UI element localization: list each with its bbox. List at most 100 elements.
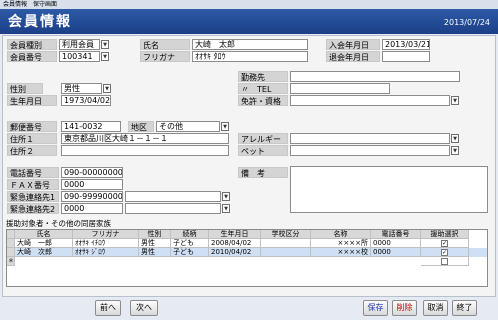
- workplace-tel-field[interactable]: [290, 83, 390, 94]
- birthdate-label: 生年月日: [7, 95, 57, 106]
- grid-cell-relation[interactable]: 子ども: [171, 239, 209, 248]
- address1-field[interactable]: 東京都品川区大崎１－１－１: [61, 133, 229, 144]
- member-no-label: 会員番号: [7, 51, 57, 62]
- member-type-field[interactable]: 利用会員: [59, 39, 100, 50]
- grid-cell-school[interactable]: [261, 239, 311, 248]
- emergency1-relation-field[interactable]: [125, 191, 221, 202]
- grid-cell-birthdate[interactable]: 2010/04/02: [209, 248, 261, 257]
- workplace-field[interactable]: [290, 71, 460, 82]
- grid-cell-org[interactable]: ××××校: [311, 248, 371, 257]
- grid-col-birthdate[interactable]: 生年月日: [209, 230, 261, 239]
- grid-col-gender[interactable]: 性別: [139, 230, 171, 239]
- assist-checkbox[interactable]: [441, 257, 448, 265]
- pet-label: ペット: [238, 145, 288, 156]
- furigana-label: フリガナ: [140, 51, 190, 62]
- remarks-label: 備 考: [238, 167, 288, 178]
- row-selector-header: [7, 230, 15, 239]
- assist-checkbox[interactable]: ✓: [441, 248, 448, 256]
- cancel-button[interactable]: 取消: [423, 300, 448, 316]
- gender-dropdown-icon[interactable]: ▼: [103, 84, 111, 93]
- emergency1-relation-dropdown-icon[interactable]: ▼: [222, 192, 230, 201]
- grid-cell-tel[interactable]: 0000: [371, 239, 421, 248]
- grid-col-assist[interactable]: 援助選択: [421, 230, 469, 239]
- gender-field[interactable]: 男性: [61, 83, 102, 94]
- grid-col-kana[interactable]: フリガナ: [73, 230, 139, 239]
- grid-cell-relation[interactable]: 子ども: [171, 248, 209, 257]
- grid-cell-school[interactable]: [261, 248, 311, 257]
- pet-dropdown-icon[interactable]: ▼: [451, 146, 459, 155]
- emergency1-field[interactable]: 090-99990000: [61, 191, 123, 202]
- phone-label: 電話番号: [7, 167, 59, 178]
- grid-cell-org[interactable]: ××××所: [311, 239, 371, 248]
- address1-label: 住所１: [7, 133, 57, 144]
- grid-cell-name[interactable]: 大崎 次郎: [15, 248, 73, 257]
- grid-cell-name[interactable]: 大崎 一郎: [15, 239, 73, 248]
- grid-cell-tel[interactable]: 0000: [371, 248, 421, 257]
- member-type-dropdown-icon[interactable]: ▼: [101, 40, 109, 49]
- grid-header-row: 氏名 フリガナ 性別 続柄 生年月日 学校区分 名称 電話番号 援助選択: [7, 230, 487, 239]
- area-field[interactable]: その他: [156, 121, 220, 132]
- page-title: 会員情報: [8, 14, 72, 30]
- emergency2-relation-field[interactable]: [125, 203, 221, 214]
- prev-button[interactable]: 前へ: [95, 300, 121, 316]
- close-button[interactable]: 終了: [452, 300, 477, 316]
- join-date-field[interactable]: 2013/03/21: [382, 39, 430, 50]
- address2-label: 住所２: [7, 145, 57, 156]
- emergency2-label: 緊急連絡先2: [7, 203, 59, 214]
- fax-field[interactable]: 0000: [61, 179, 123, 190]
- delete-button[interactable]: 削除: [392, 300, 417, 316]
- grid-col-tel[interactable]: 電話番号: [371, 230, 421, 239]
- furigana-field[interactable]: ｵｵｻｷ ﾀﾛｳ: [192, 51, 308, 62]
- assist-checkbox[interactable]: ✓: [441, 239, 448, 247]
- leave-date-field[interactable]: [382, 51, 430, 62]
- area-dropdown-icon[interactable]: ▼: [221, 122, 229, 131]
- grid-col-relation[interactable]: 続柄: [171, 230, 209, 239]
- family-section-title: 援助対象者・その他の同居家族: [6, 219, 111, 228]
- grid-cell-birthdate[interactable]: 2008/04/02: [209, 239, 261, 248]
- grid-cell-assist[interactable]: [421, 257, 469, 266]
- license-dropdown-icon[interactable]: ▼: [451, 96, 459, 105]
- save-button[interactable]: 保存: [363, 300, 388, 316]
- grid-cell-assist[interactable]: ✓: [421, 248, 469, 257]
- workplace-tel-label: 〃 TEL: [238, 83, 288, 94]
- window-title: 会員情報 保守画面: [0, 0, 498, 9]
- grid-cell-kana[interactable]: ｵｵｻｷ ｼﾞﾛｳ: [73, 248, 139, 257]
- phone-field[interactable]: 090-00000000: [61, 167, 123, 178]
- family-grid: 氏名 フリガナ 性別 続柄 生年月日 学校区分 名称 電話番号 援助選択 大崎 …: [6, 229, 488, 287]
- name-field[interactable]: 大崎 太郎: [192, 39, 308, 50]
- row-selector[interactable]: [7, 239, 15, 248]
- current-date: 2013/07/24: [443, 18, 490, 27]
- member-no-dropdown-icon[interactable]: ▼: [101, 52, 109, 61]
- member-no-field[interactable]: 100341: [59, 51, 100, 62]
- postal-field[interactable]: 141-0032: [61, 121, 121, 132]
- license-field[interactable]: [290, 95, 450, 106]
- allergy-label: アレルギー: [238, 133, 288, 144]
- join-date-label: 入会年月日: [326, 39, 380, 50]
- pet-field[interactable]: [290, 145, 450, 156]
- birthdate-field[interactable]: 1973/04/02: [61, 95, 111, 106]
- grid-cell-kana[interactable]: ｵｵｻｷ ｲﾁﾛｳ: [73, 239, 139, 248]
- grid-cell-gender[interactable]: 男性: [139, 248, 171, 257]
- next-button[interactable]: 次へ: [130, 300, 158, 316]
- new-row[interactable]: ＊: [7, 257, 487, 266]
- grid-cell-gender[interactable]: 男性: [139, 239, 171, 248]
- allergy-field[interactable]: [290, 133, 450, 144]
- emergency2-field[interactable]: 0000: [61, 203, 123, 214]
- table-row[interactable]: 大崎 一郎 ｵｵｻｷ ｲﾁﾛｳ 男性 子ども 2008/04/02 ××××所 …: [7, 239, 487, 248]
- emergency2-relation-dropdown-icon[interactable]: ▼: [222, 204, 230, 213]
- remarks-textarea[interactable]: [290, 166, 488, 213]
- area-label: 地区: [128, 121, 154, 132]
- grid-cell-assist[interactable]: ✓: [421, 239, 469, 248]
- address2-field[interactable]: [61, 145, 229, 156]
- page-header: 会員情報 2013/07/24: [0, 9, 498, 34]
- leave-date-label: 退会年月日: [326, 51, 380, 62]
- new-row-marker: ＊: [7, 257, 15, 266]
- gender-label: 性別: [7, 83, 43, 94]
- grid-col-org[interactable]: 名称: [311, 230, 371, 239]
- allergy-dropdown-icon[interactable]: ▼: [451, 134, 459, 143]
- grid-col-name[interactable]: 氏名: [15, 230, 73, 239]
- grid-col-school[interactable]: 学校区分: [261, 230, 311, 239]
- row-selector[interactable]: [7, 248, 15, 257]
- table-row[interactable]: 大崎 次郎 ｵｵｻｷ ｼﾞﾛｳ 男性 子ども 2010/04/02 ××××校 …: [7, 248, 487, 257]
- fax-label: ＦＡＸ番号: [7, 179, 59, 190]
